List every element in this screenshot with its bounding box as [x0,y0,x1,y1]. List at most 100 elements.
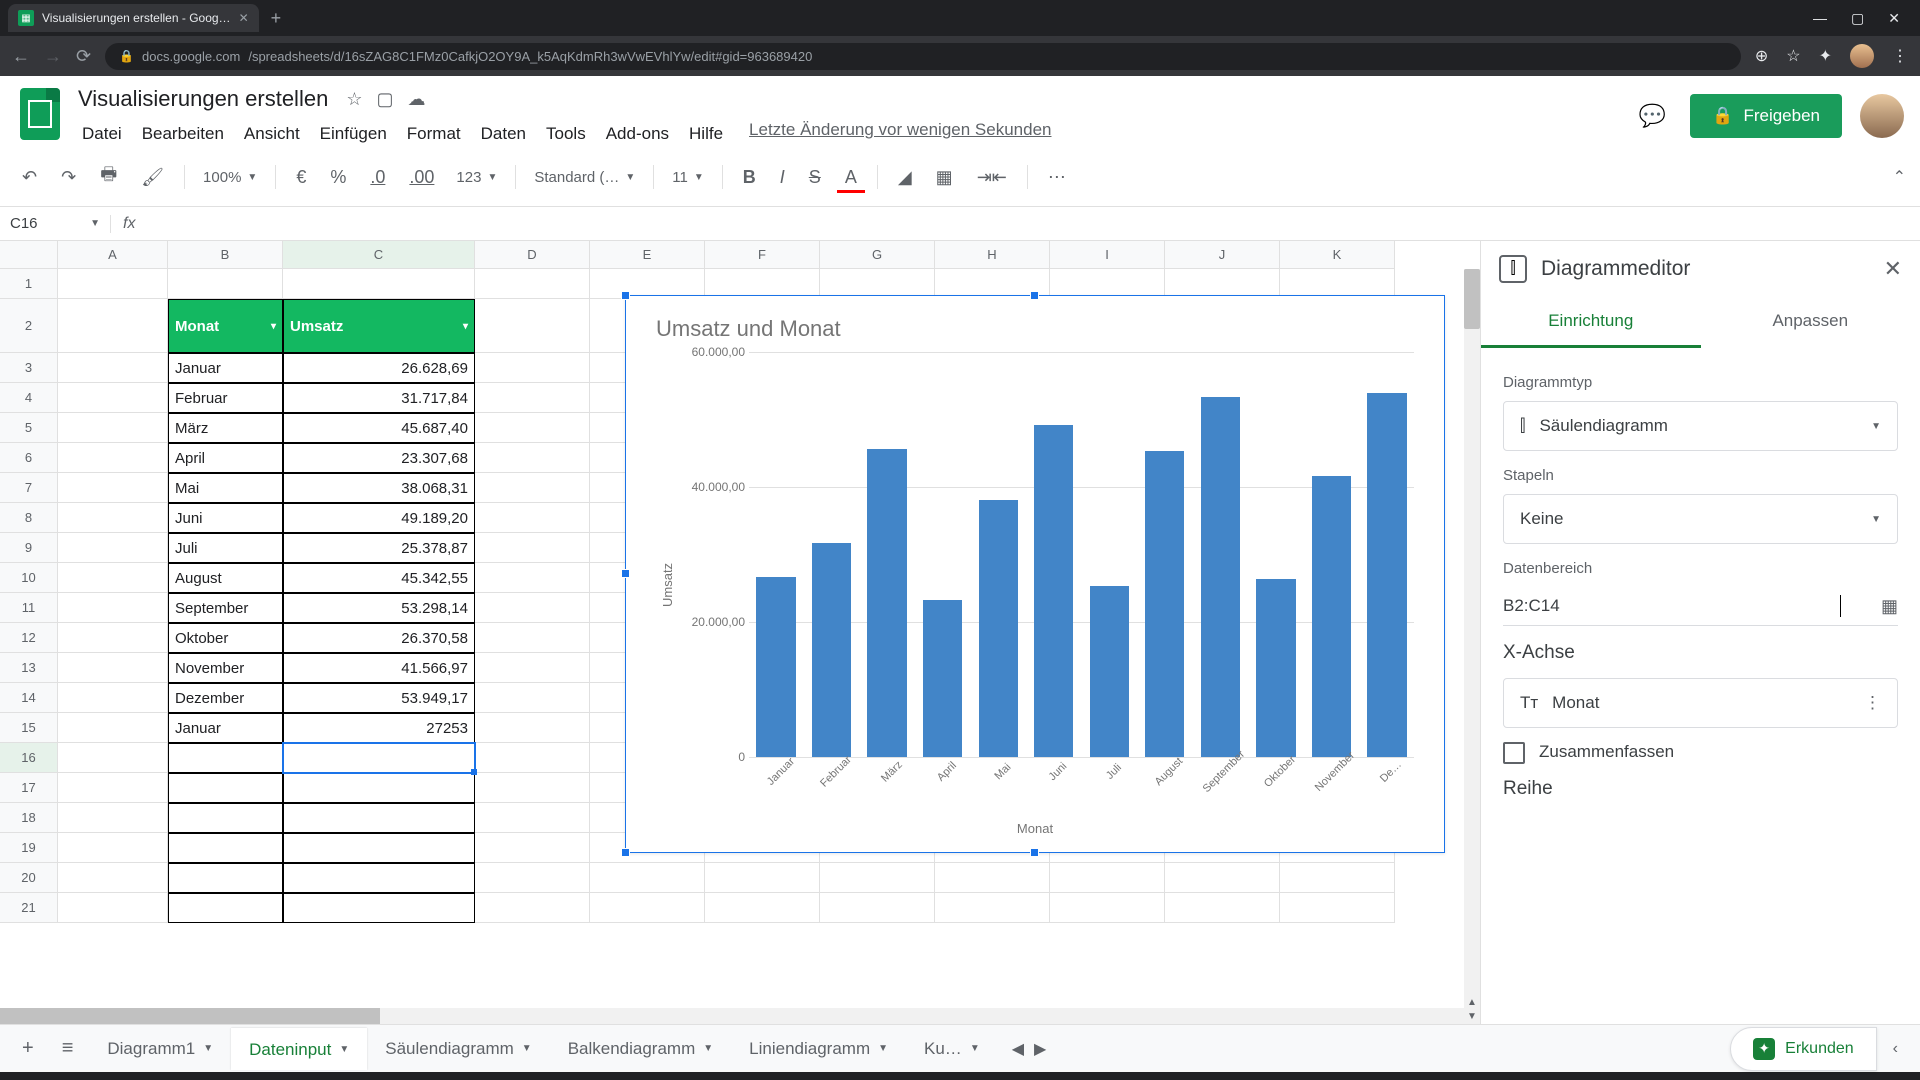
cell-C10[interactable]: 45.342,55 [283,563,475,593]
cell-B19[interactable] [168,833,283,863]
cell-I21[interactable] [1050,893,1165,923]
menu-format[interactable]: Format [399,120,469,148]
cell-E20[interactable] [590,863,705,893]
profile-avatar-small[interactable] [1850,44,1874,68]
cell-A9[interactable] [58,533,168,563]
cell-C7[interactable]: 38.068,31 [283,473,475,503]
cell-A5[interactable] [58,413,168,443]
maximize-icon[interactable]: ▢ [1851,10,1864,27]
reload-button[interactable]: ⟳ [76,46,91,67]
chart-object[interactable]: Umsatz und Monat Umsatz 60.000,0040.000,… [625,295,1445,853]
font-size-select[interactable]: 11▼ [666,165,709,190]
cell-A11[interactable] [58,593,168,623]
cell-D11[interactable] [475,593,590,623]
cell-C11[interactable]: 53.298,14 [283,593,475,623]
collapse-toolbar-button[interactable]: ⌃ [1893,167,1906,187]
cell-B11[interactable]: September [168,593,283,623]
borders-button[interactable]: ▦ [928,161,961,194]
close-window-icon[interactable]: ✕ [1888,10,1900,27]
cell-C3[interactable]: 26.628,69 [283,353,475,383]
cell-B15[interactable]: Januar [168,713,283,743]
last-edit-link[interactable]: Letzte Änderung vor wenigen Sekunden [749,120,1051,148]
cell-C18[interactable] [283,803,475,833]
tab-close-icon[interactable]: ✕ [239,11,249,25]
redo-button[interactable]: ↷ [53,161,84,194]
cell-D12[interactable] [475,623,590,653]
chrome-menu-icon[interactable]: ⋮ [1892,46,1908,66]
cell-B2[interactable]: Monat▾ [168,299,283,353]
cell-B13[interactable]: November [168,653,283,683]
cell-D19[interactable] [475,833,590,863]
cell-F20[interactable] [705,863,820,893]
cell-C12[interactable]: 26.370,58 [283,623,475,653]
share-button[interactable]: 🔒 Freigeben [1690,94,1842,138]
cell-H21[interactable] [935,893,1050,923]
chart-bar[interactable] [979,500,1018,757]
cell-D6[interactable] [475,443,590,473]
menu-view[interactable]: Ansicht [236,120,308,148]
cell-G21[interactable] [820,893,935,923]
cell-A7[interactable] [58,473,168,503]
add-sheet-button[interactable]: + [10,1029,46,1068]
cell-C2[interactable]: Umsatz▾ [283,299,475,353]
cell-D16[interactable] [475,743,590,773]
fill-color-button[interactable]: ◢ [890,161,920,194]
cell-B12[interactable]: Oktober [168,623,283,653]
cell-A2[interactable] [58,299,168,353]
cell-B9[interactable]: Juli [168,533,283,563]
cell-C1[interactable] [283,269,475,299]
cell-B5[interactable]: März [168,413,283,443]
sheet-tab[interactable]: Balkendiagramm▼ [550,1028,731,1070]
zoom-icon[interactable]: ⊕ [1755,46,1768,66]
cell-A1[interactable] [58,269,168,299]
resize-handle[interactable] [621,848,630,857]
cell-B17[interactable] [168,773,283,803]
cell-D21[interactable] [475,893,590,923]
cell-D14[interactable] [475,683,590,713]
name-box[interactable]: C16 ▼ [0,207,110,240]
cell-A8[interactable] [58,503,168,533]
move-icon[interactable]: ▢ [376,89,393,110]
menu-data[interactable]: Daten [473,120,534,148]
new-tab-button[interactable]: + [259,8,294,29]
tab-setup[interactable]: Einrichtung [1481,297,1701,348]
cell-A4[interactable] [58,383,168,413]
stacking-select[interactable]: Keine ▼ [1503,494,1898,544]
cell-A6[interactable] [58,443,168,473]
cell-A3[interactable] [58,353,168,383]
browser-tab[interactable]: ▦ Visualisierungen erstellen - Goog… ✕ [8,4,259,32]
chart-bar[interactable] [1090,586,1129,757]
menu-edit[interactable]: Bearbeiten [134,120,232,148]
percent-button[interactable]: % [322,161,354,194]
cell-C9[interactable]: 25.378,87 [283,533,475,563]
cell-D7[interactable] [475,473,590,503]
font-select[interactable]: Standard (…▼ [528,165,641,190]
star-icon[interactable]: ☆ [346,89,362,110]
menu-addons[interactable]: Add-ons [598,120,677,148]
forward-button[interactable]: → [44,46,62,67]
cell-B7[interactable]: Mai [168,473,283,503]
explore-button[interactable]: ✦ Erkunden [1730,1027,1877,1071]
cell-D20[interactable] [475,863,590,893]
tab-customize[interactable]: Anpassen [1701,297,1920,348]
menu-help[interactable]: Hilfe [681,120,731,148]
cell-A16[interactable] [58,743,168,773]
zoom-select[interactable]: 100%▼ [197,165,263,190]
cell-B8[interactable]: Juni [168,503,283,533]
chart-bar[interactable] [1367,393,1406,757]
field-menu-icon[interactable]: ⋮ [1864,693,1881,713]
vertical-scrollbar[interactable]: ▲ ▼ [1464,269,1480,1024]
cell-D3[interactable] [475,353,590,383]
cell-B20[interactable] [168,863,283,893]
decrease-decimal-button[interactable]: .0 [362,161,393,194]
cloud-status-icon[interactable]: ☁ [407,89,425,110]
x-axis-field[interactable]: Tᴛ Monat ⋮ [1503,678,1898,728]
cell-A12[interactable] [58,623,168,653]
back-button[interactable]: ← [12,46,30,67]
sheets-logo[interactable] [16,84,64,144]
sidebar-close-icon[interactable]: ✕ [1884,256,1902,282]
cell-C6[interactable]: 23.307,68 [283,443,475,473]
cell-B16[interactable] [168,743,283,773]
cell-B3[interactable]: Januar [168,353,283,383]
bookmark-icon[interactable]: ☆ [1786,46,1800,66]
